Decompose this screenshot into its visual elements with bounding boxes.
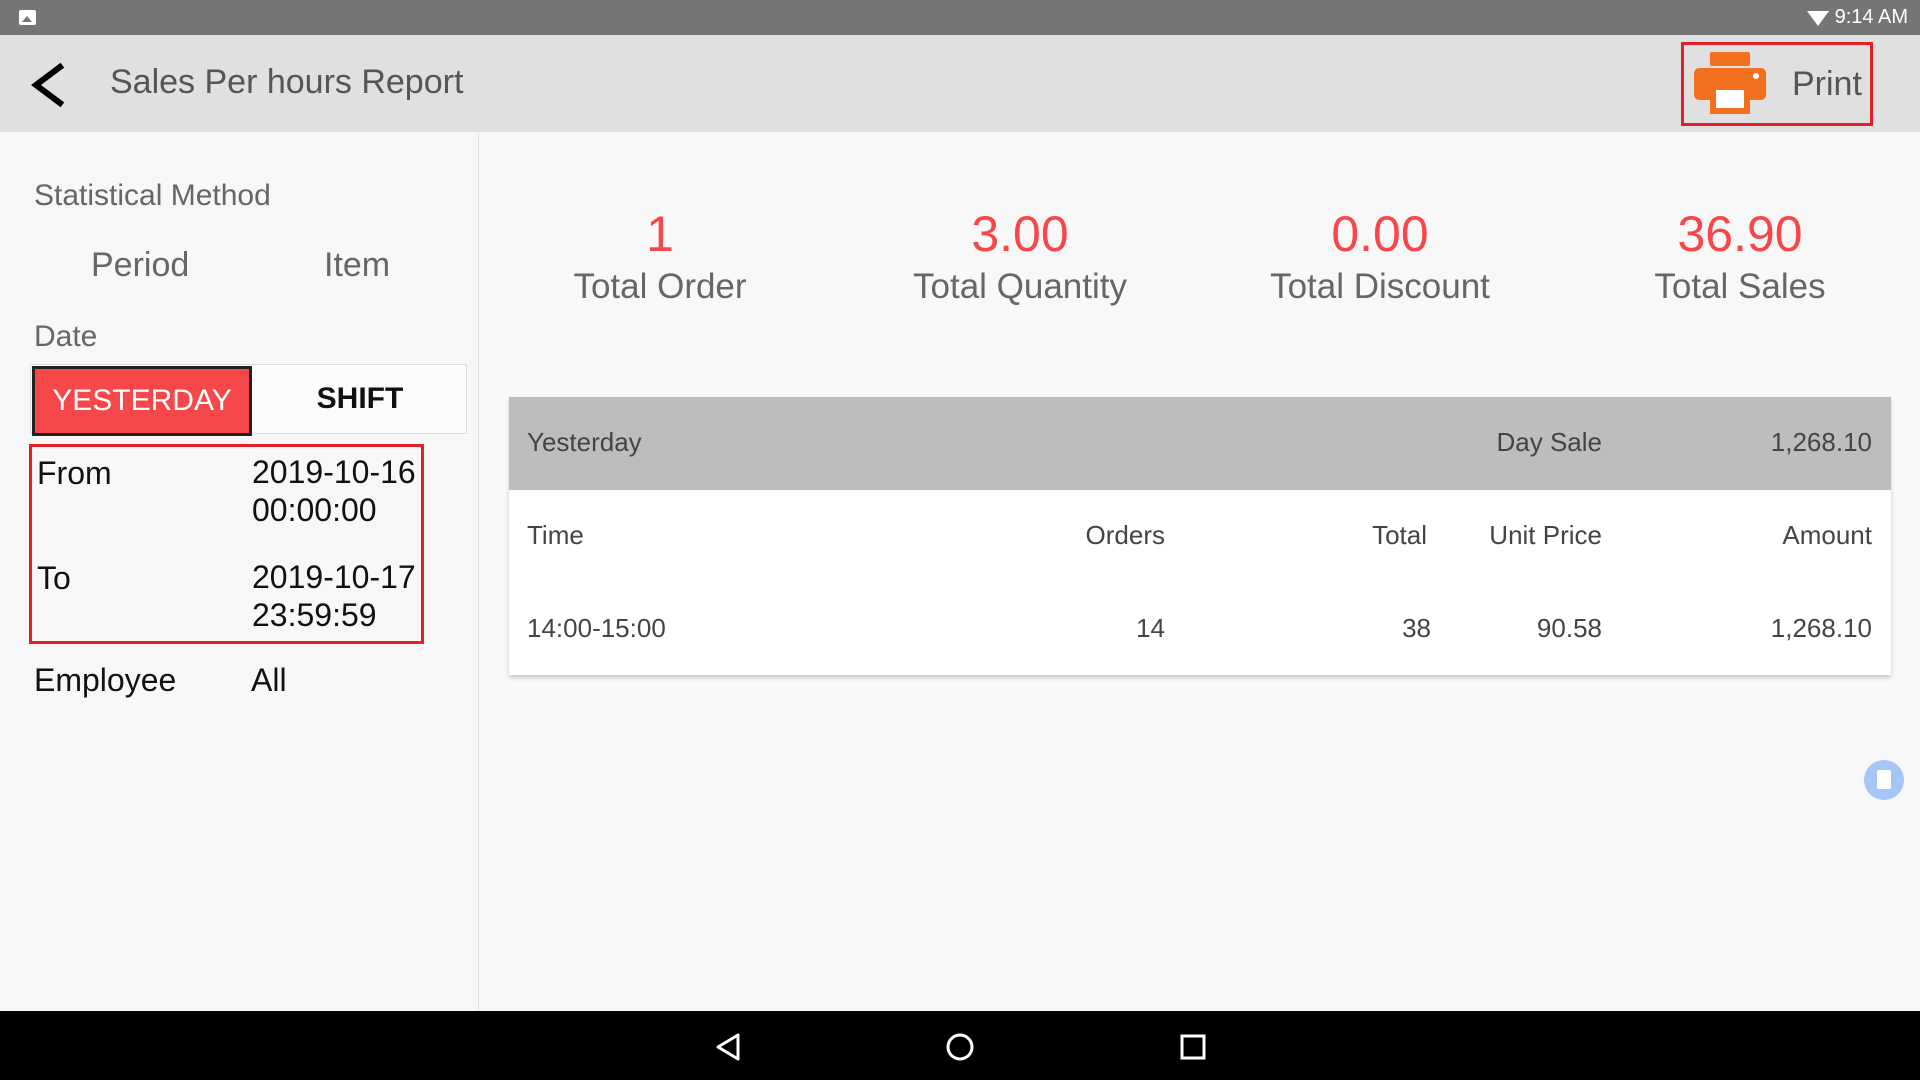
- shift-tab[interactable]: SHIFT: [253, 365, 467, 433]
- cell-amount: 1,268.10: [1770, 613, 1872, 643]
- floating-document-button[interactable]: [1864, 760, 1904, 800]
- status-bar-right: 9:14 AM: [1806, 0, 1908, 35]
- print-label: Print: [1792, 65, 1862, 103]
- nav-recents-button[interactable]: [1173, 1027, 1213, 1067]
- date-label: Date: [34, 320, 98, 353]
- from-value[interactable]: 2019-10-16 00:00:00: [252, 453, 416, 529]
- col-unit-price: Unit Price: [1489, 520, 1602, 550]
- from-date: 2019-10-16: [252, 454, 416, 490]
- nav-home-button[interactable]: [940, 1027, 980, 1067]
- col-orders: Orders: [1085, 520, 1165, 550]
- summary-total-discount: 0.00 Total Discount: [1200, 205, 1560, 309]
- to-date: 2019-10-17: [252, 559, 416, 595]
- nav-recents-icon: [1180, 1034, 1206, 1060]
- cell-time: 14:00-15:00: [527, 613, 666, 643]
- summary-label: Total Discount: [1270, 267, 1490, 306]
- summary-total-quantity: 3.00 Total Quantity: [840, 205, 1200, 309]
- from-label: From: [37, 455, 112, 491]
- print-button[interactable]: Print: [1681, 42, 1873, 126]
- summary-value: 36.90: [1677, 206, 1803, 262]
- to-label: To: [37, 560, 71, 596]
- document-icon: [1877, 770, 1891, 789]
- summary-value: 3.00: [971, 206, 1069, 262]
- day-sale-label: Day Sale: [1496, 427, 1603, 457]
- summary-value: 0.00: [1331, 206, 1429, 262]
- cell-total: 38: [1402, 613, 1431, 643]
- to-time: 23:59:59: [252, 597, 377, 633]
- navigation-bar: [0, 1011, 1920, 1080]
- toolbar: Sales Per hours Report Print: [0, 35, 1920, 132]
- col-total: Total: [1372, 520, 1427, 550]
- cell-unit-price: 90.58: [1536, 613, 1602, 643]
- day-sale-value: 1,268.10: [1770, 427, 1872, 457]
- image-notification-icon: [19, 10, 36, 25]
- summary-label: Total Quantity: [913, 267, 1127, 306]
- date-range-box: From 2019-10-16 00:00:00 To 2019-10-17 2…: [29, 444, 424, 644]
- summary-label: Total Order: [573, 267, 747, 306]
- printer-icon: [1694, 52, 1766, 114]
- wifi-icon: [1806, 11, 1829, 26]
- yesterday-tab[interactable]: YESTERDAY: [32, 366, 252, 436]
- to-value[interactable]: 2019-10-17 23:59:59: [252, 558, 416, 634]
- table-group-header: Yesterday Day Sale 1,268.10: [509, 397, 1891, 490]
- from-time: 00:00:00: [252, 492, 377, 528]
- col-amount: Amount: [1782, 520, 1872, 550]
- method-item-option[interactable]: Item: [324, 246, 390, 285]
- sales-report-table: Yesterday Day Sale 1,268.10 Time Orders …: [509, 397, 1891, 675]
- method-period-option[interactable]: Period: [91, 246, 189, 285]
- status-time: 9:14 AM: [1834, 6, 1908, 28]
- statistical-method-label: Statistical Method: [34, 179, 271, 212]
- page-title: Sales Per hours Report: [110, 63, 464, 101]
- col-time: Time: [527, 520, 584, 550]
- summary-total-sales: 36.90 Total Sales: [1560, 205, 1920, 309]
- nav-back-icon: [716, 1033, 740, 1061]
- summary-label: Total Sales: [1654, 267, 1826, 306]
- group-label: Yesterday: [527, 427, 642, 457]
- status-bar: 9:14 AM: [0, 0, 1920, 35]
- back-button[interactable]: [22, 55, 82, 115]
- filter-panel: Statistical Method Period Item Date YEST…: [0, 132, 479, 1011]
- nav-back-button[interactable]: [708, 1027, 748, 1067]
- cell-orders: 14: [1136, 613, 1165, 643]
- back-arrow-icon: [31, 62, 65, 108]
- employee-select[interactable]: All: [251, 662, 287, 699]
- date-segmented-control: YESTERDAY SHIFT: [30, 364, 467, 436]
- nav-home-icon: [946, 1033, 974, 1061]
- summary-total-order: 1 Total Order: [480, 205, 840, 309]
- summary-value: 1: [646, 206, 674, 262]
- employee-label: Employee: [34, 662, 177, 698]
